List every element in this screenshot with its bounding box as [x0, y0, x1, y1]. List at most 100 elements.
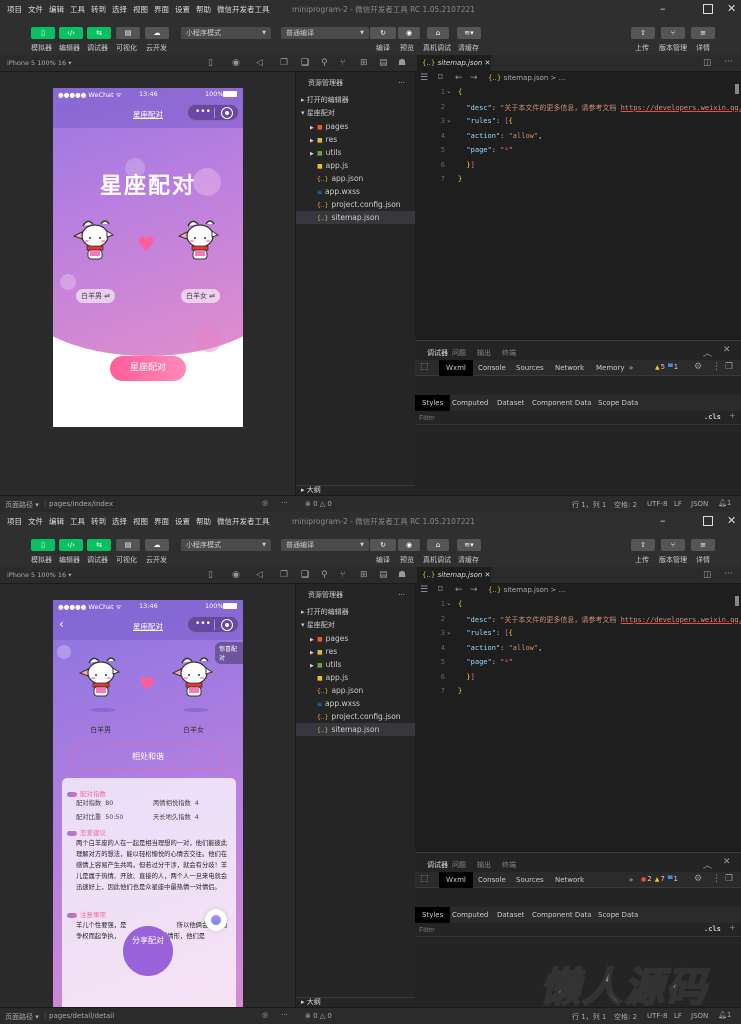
version-button[interactable]: ⑂: [661, 27, 685, 39]
menu-item[interactable]: 帮助: [196, 516, 211, 527]
scrollbar[interactable]: [735, 596, 739, 606]
page-path-dropdown[interactable]: 页面路径 ▾: [5, 500, 39, 510]
issue-badges[interactable]: ●2 ▲7 ▀1: [641, 875, 681, 883]
file-tree-item[interactable]: {..} app.json: [296, 684, 415, 697]
surprise-match-tag[interactable]: 惊喜配对: [215, 642, 243, 664]
panel-tab[interactable]: 调试器: [427, 860, 448, 870]
menu-item[interactable]: 视图: [133, 516, 148, 527]
match-button[interactable]: 星座配对: [110, 356, 186, 381]
styles-tab[interactable]: Computed: [445, 907, 495, 923]
record-icon[interactable]: ◉: [232, 58, 240, 68]
styles-tab[interactable]: Scope Data: [591, 395, 645, 411]
settings-icon[interactable]: ⚙: [694, 362, 702, 372]
editor-button[interactable]: ‹/›: [59, 539, 83, 551]
code-editor[interactable]: ☰ ⌑ ← → {..} sitemap.json > ... 1 ⌄{2 "de…: [415, 72, 741, 340]
file-tree-item[interactable]: ▶ ■ res: [296, 133, 415, 146]
fold-chevron-icon[interactable]: ⌄: [446, 599, 452, 607]
menu-item[interactable]: 帮助: [196, 4, 211, 15]
collapse-icon[interactable]: ︿: [703, 858, 712, 871]
debugger-button[interactable]: ⇆: [87, 539, 111, 551]
menu-item[interactable]: 文件: [28, 4, 43, 15]
debugger-button[interactable]: ⇆: [87, 27, 111, 39]
close-miniprogram-icon[interactable]: [221, 107, 233, 119]
minimize-button[interactable]: –: [660, 2, 666, 15]
dock-icon[interactable]: ❐: [725, 874, 733, 884]
extensions-icon[interactable]: ⊞: [360, 570, 368, 580]
share-button[interactable]: 分享配对: [123, 926, 173, 976]
add-rule-button[interactable]: +: [729, 923, 736, 932]
language-mode[interactable]: JSON: [691, 500, 708, 508]
menu-item[interactable]: 界面: [154, 4, 169, 15]
file-tree-item[interactable]: ≡ app.wxss: [296, 185, 415, 198]
fold-chevron-icon[interactable]: ⌄: [446, 87, 452, 95]
devtools-tab[interactable]: Console: [471, 872, 513, 888]
avatar[interactable]: [7, 538, 26, 557]
float-button[interactable]: [205, 909, 227, 931]
compile-button[interactable]: ↻: [370, 539, 396, 551]
minimize-button[interactable]: –: [660, 514, 666, 527]
collapse-icon[interactable]: ︿: [703, 346, 712, 359]
styles-tab[interactable]: Scope Data: [591, 907, 645, 923]
page-path-dropdown[interactable]: 页面路径 ▾: [5, 1012, 39, 1022]
avatar[interactable]: [7, 26, 26, 45]
menu-item[interactable]: 文件: [28, 516, 43, 527]
mode-select[interactable]: 小程序模式 ▼: [181, 27, 271, 39]
menu-item[interactable]: 微信开发者工具: [217, 516, 270, 527]
eye-icon[interactable]: ◎: [262, 499, 268, 507]
details-button[interactable]: ≡: [691, 27, 715, 39]
menu-item[interactable]: 转到: [91, 4, 106, 15]
file-tree-item[interactable]: ■ app.js: [296, 159, 415, 172]
outline-toggle-icon[interactable]: ☰: [420, 585, 428, 595]
menu-item[interactable]: 视图: [133, 4, 148, 15]
more-icon[interactable]: ···: [281, 499, 288, 507]
docker-icon[interactable]: ☗: [398, 58, 406, 68]
window-icon[interactable]: ❐: [280, 570, 288, 580]
devtools-tab[interactable]: Sources: [509, 872, 551, 888]
encoding[interactable]: UTF-8: [647, 500, 667, 508]
outline-section[interactable]: ▸ 大纲: [296, 485, 415, 495]
devtools-tab[interactable]: »: [622, 872, 640, 888]
clear-cache-button[interactable]: ≋▾: [457, 539, 481, 551]
project-section[interactable]: ▾ 星座配对: [296, 107, 415, 120]
menu-item[interactable]: 工具: [70, 516, 85, 527]
open-editors-section[interactable]: ▸ 打开的编辑器: [296, 606, 415, 619]
close-panel-icon[interactable]: ✕: [723, 345, 731, 355]
inspect-icon[interactable]: ⬚: [420, 362, 429, 372]
panel-tab[interactable]: 终端: [502, 348, 516, 358]
more-menu-icon[interactable]: •••: [195, 107, 211, 117]
record-icon[interactable]: ◉: [232, 570, 240, 580]
breadcrumb[interactable]: {..} sitemap.json > ...: [488, 74, 565, 82]
menu-item[interactable]: 编辑: [49, 516, 64, 527]
devtools-tab[interactable]: Wxml: [439, 872, 473, 888]
file-tree-item[interactable]: {..} sitemap.json: [296, 211, 415, 224]
file-tree-item[interactable]: {..} app.json: [296, 172, 415, 185]
phone-icon[interactable]: ▯: [208, 570, 213, 580]
clear-cache-button[interactable]: ≋▾: [457, 27, 481, 39]
cls-button[interactable]: .cls: [704, 925, 721, 933]
problems-count[interactable]: ⊗ 0 △ 0: [305, 500, 332, 508]
menu-item[interactable]: 设置: [175, 516, 190, 527]
bell-icon[interactable]: 🔔︎1: [718, 499, 731, 507]
menu-item[interactable]: 设置: [175, 4, 190, 15]
upload-button[interactable]: ⇧: [631, 539, 655, 551]
editor-button[interactable]: ‹/›: [59, 27, 83, 39]
bookmark-icon[interactable]: ⌑: [438, 73, 443, 83]
breadcrumb[interactable]: {..} sitemap.json > ...: [488, 586, 565, 594]
add-rule-button[interactable]: +: [729, 411, 736, 420]
search-icon[interactable]: ⚲: [321, 58, 328, 68]
phone-icon[interactable]: ▯: [208, 58, 213, 68]
menu-item[interactable]: 转到: [91, 516, 106, 527]
explorer-more-button[interactable]: ···: [398, 589, 405, 602]
filter-input[interactable]: [415, 411, 615, 425]
device-select[interactable]: iPhone 5 100% 16 ▾: [7, 571, 71, 579]
styles-tab[interactable]: Component Data: [525, 395, 599, 411]
compile-button[interactable]: ↻: [370, 27, 396, 39]
close-panel-icon[interactable]: ✕: [723, 857, 731, 867]
close-miniprogram-icon[interactable]: [221, 619, 233, 631]
menu-item[interactable]: 项目: [7, 4, 22, 15]
menu-item[interactable]: 工具: [70, 4, 85, 15]
devtools-tab[interactable]: Wxml: [439, 360, 473, 376]
file-tree-item[interactable]: {..} sitemap.json: [296, 723, 415, 736]
more-icon[interactable]: ···: [724, 569, 733, 579]
file-tree-item[interactable]: ≡ app.wxss: [296, 697, 415, 710]
